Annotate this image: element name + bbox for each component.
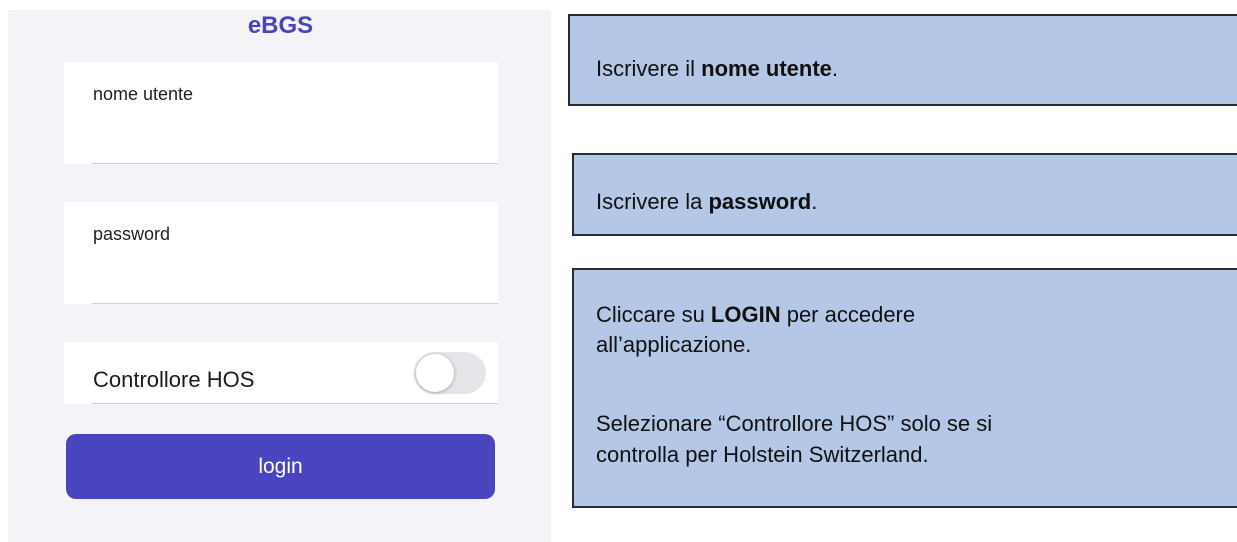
login-instruction-box: Cliccare su LOGIN per accedere all’appli… [572, 268, 1237, 508]
password-underline [92, 303, 498, 304]
login-instruction: Cliccare su LOGIN per accedere all’appli… [596, 302, 916, 357]
username-input[interactable] [93, 128, 488, 158]
password-input[interactable] [93, 268, 488, 298]
password-instruction-box: Iscrivere la password. [572, 153, 1237, 236]
app-title: eBGS [247, 12, 314, 39]
password-instruction: Iscrivere la password. [596, 189, 818, 214]
hos-toggle-switch[interactable] [414, 352, 486, 394]
hos-toggle-row: Controllore HOS [64, 342, 498, 404]
username-field[interactable]: nome utente [64, 62, 498, 164]
login-button[interactable]: login [66, 434, 495, 499]
username-instruction: Iscrivere il nome utente. [596, 56, 839, 81]
password-field[interactable]: password [64, 202, 498, 304]
username-label: nome utente [93, 84, 194, 104]
hos-underline [92, 403, 498, 404]
hos-instruction: Selezionare “Controllore HOS” solo se si… [596, 411, 993, 467]
hos-toggle-label: Controllore HOS [93, 367, 255, 392]
login-panel: eBGS nome utente password Controllore HO… [8, 10, 551, 542]
username-underline [92, 163, 498, 164]
toggle-knob [416, 354, 454, 392]
password-label: password [93, 224, 171, 244]
username-instruction-box: Iscrivere il nome utente. [568, 14, 1237, 106]
